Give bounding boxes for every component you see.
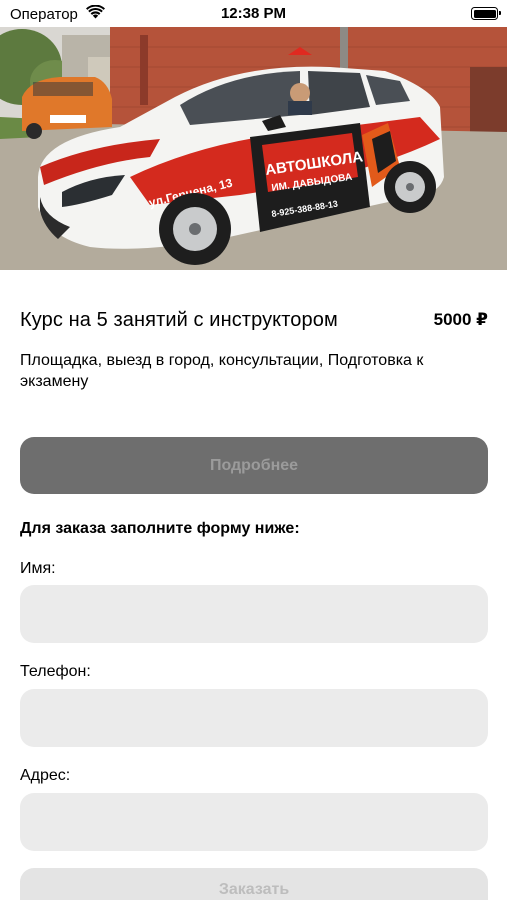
course-photo: ул.Герцена, 13 АВТОШКОЛА ИМ. ДАВЫДОВА 8-… [0,27,507,270]
form-heading: Для заказа заполните форму ниже: [20,520,300,537]
details-button[interactable]: Подробнее [20,437,488,494]
status-bar: Оператор 12:38 PM [0,0,507,28]
status-time: 12:38 PM [220,5,287,22]
address-input[interactable] [20,793,488,851]
course-price: 5000 ₽ [433,310,488,329]
name-label: Имя: [20,560,56,577]
phone-label: Телефон: [20,663,91,680]
name-input[interactable] [20,585,488,643]
order-button[interactable]: Заказать [20,868,488,900]
phone-input[interactable] [20,689,488,747]
battery-icon [471,7,501,20]
course-description: Площадка, выезд в город, консультации, П… [20,352,424,390]
address-label: Адрес: [20,767,71,784]
course-title: Курс на 5 занятий с инструктором [20,309,338,331]
